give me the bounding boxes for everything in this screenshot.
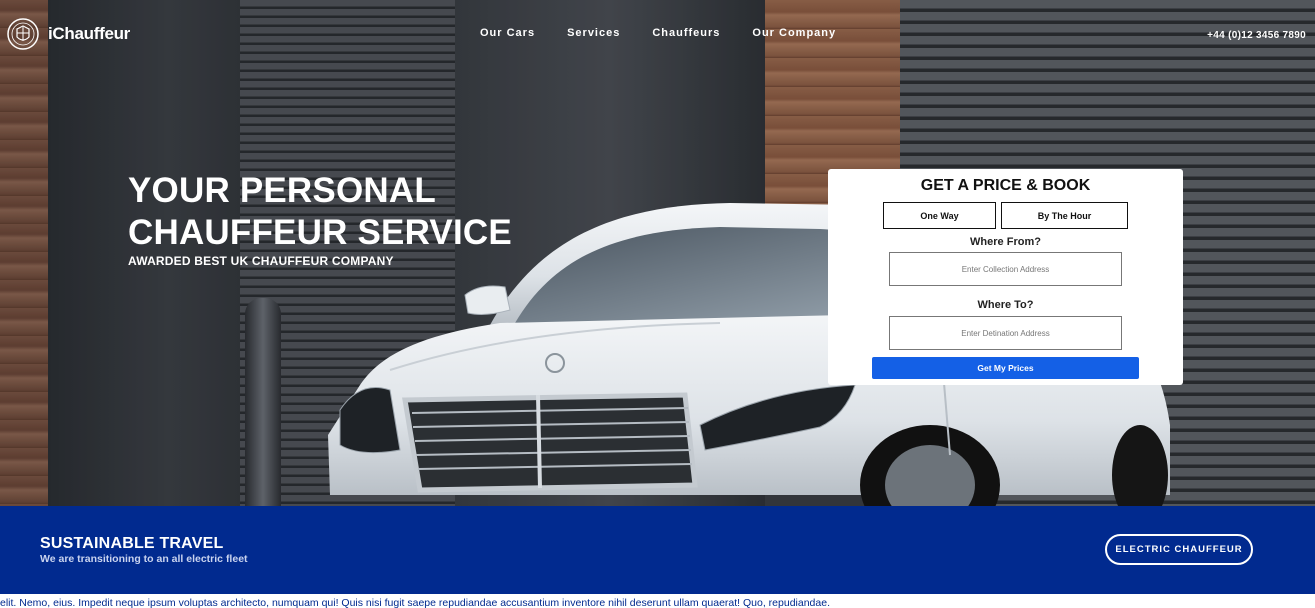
destination-address-input[interactable] — [889, 316, 1122, 350]
hero-subtitle: AWARDED BEST UK CHAUFFEUR COMPANY — [128, 254, 394, 268]
main-nav: Our Cars Services Chauffeurs Our Company — [464, 27, 852, 39]
nav-item-services[interactable]: Services — [551, 27, 636, 39]
where-to-label: Where To? — [977, 299, 1034, 311]
sustainable-subtitle: We are transitioning to an all electric … — [40, 553, 248, 565]
collection-address-input[interactable] — [889, 252, 1122, 286]
nav-item-our-company[interactable]: Our Company — [736, 27, 852, 39]
tab-by-the-hour[interactable]: By The Hour — [1001, 202, 1128, 229]
booking-widget: GET A PRICE & BOOK One Way By The Hour W… — [828, 169, 1183, 385]
hero-headline: YOUR PERSONAL CHAUFFEUR SERVICE AWARDED … — [128, 170, 512, 268]
where-from-label: Where From? — [970, 236, 1041, 248]
hero-title-line2: CHAUFFEUR SERVICE — [128, 213, 512, 252]
hero-title: YOUR PERSONAL CHAUFFEUR SERVICE — [128, 170, 512, 254]
nav-item-chauffeurs[interactable]: Chauffeurs — [636, 27, 736, 39]
phone-number[interactable]: +44 (0)12 3456 7890 — [1207, 30, 1306, 41]
nav-item-our-cars[interactable]: Our Cars — [464, 27, 551, 39]
brand-logo[interactable]: iChauffeur — [6, 17, 130, 51]
hero-section: iChauffeur Our Cars Services Chauffeurs … — [0, 0, 1315, 506]
crest-icon — [7, 18, 39, 50]
sustainable-title: SUSTAINABLE TRAVEL — [40, 535, 224, 552]
brand-name: iChauffeur — [48, 24, 131, 43]
sustainable-travel-banner: SUSTAINABLE TRAVEL We are transitioning … — [0, 506, 1315, 594]
hero-title-line1: YOUR PERSONAL — [128, 171, 436, 210]
tab-one-way[interactable]: One Way — [883, 202, 996, 229]
booking-title: GET A PRICE & BOOK — [920, 177, 1091, 194]
electric-chauffeur-button[interactable]: ELECTRIC CHAUFFEUR — [1105, 534, 1253, 565]
get-my-prices-button[interactable]: Get My Prices — [872, 357, 1139, 379]
marquee-text: elit. Nemo, eius. Impedit neque ipsum vo… — [0, 597, 830, 608]
scrolling-text-strip: elit. Nemo, eius. Impedit neque ipsum vo… — [0, 594, 1315, 608]
